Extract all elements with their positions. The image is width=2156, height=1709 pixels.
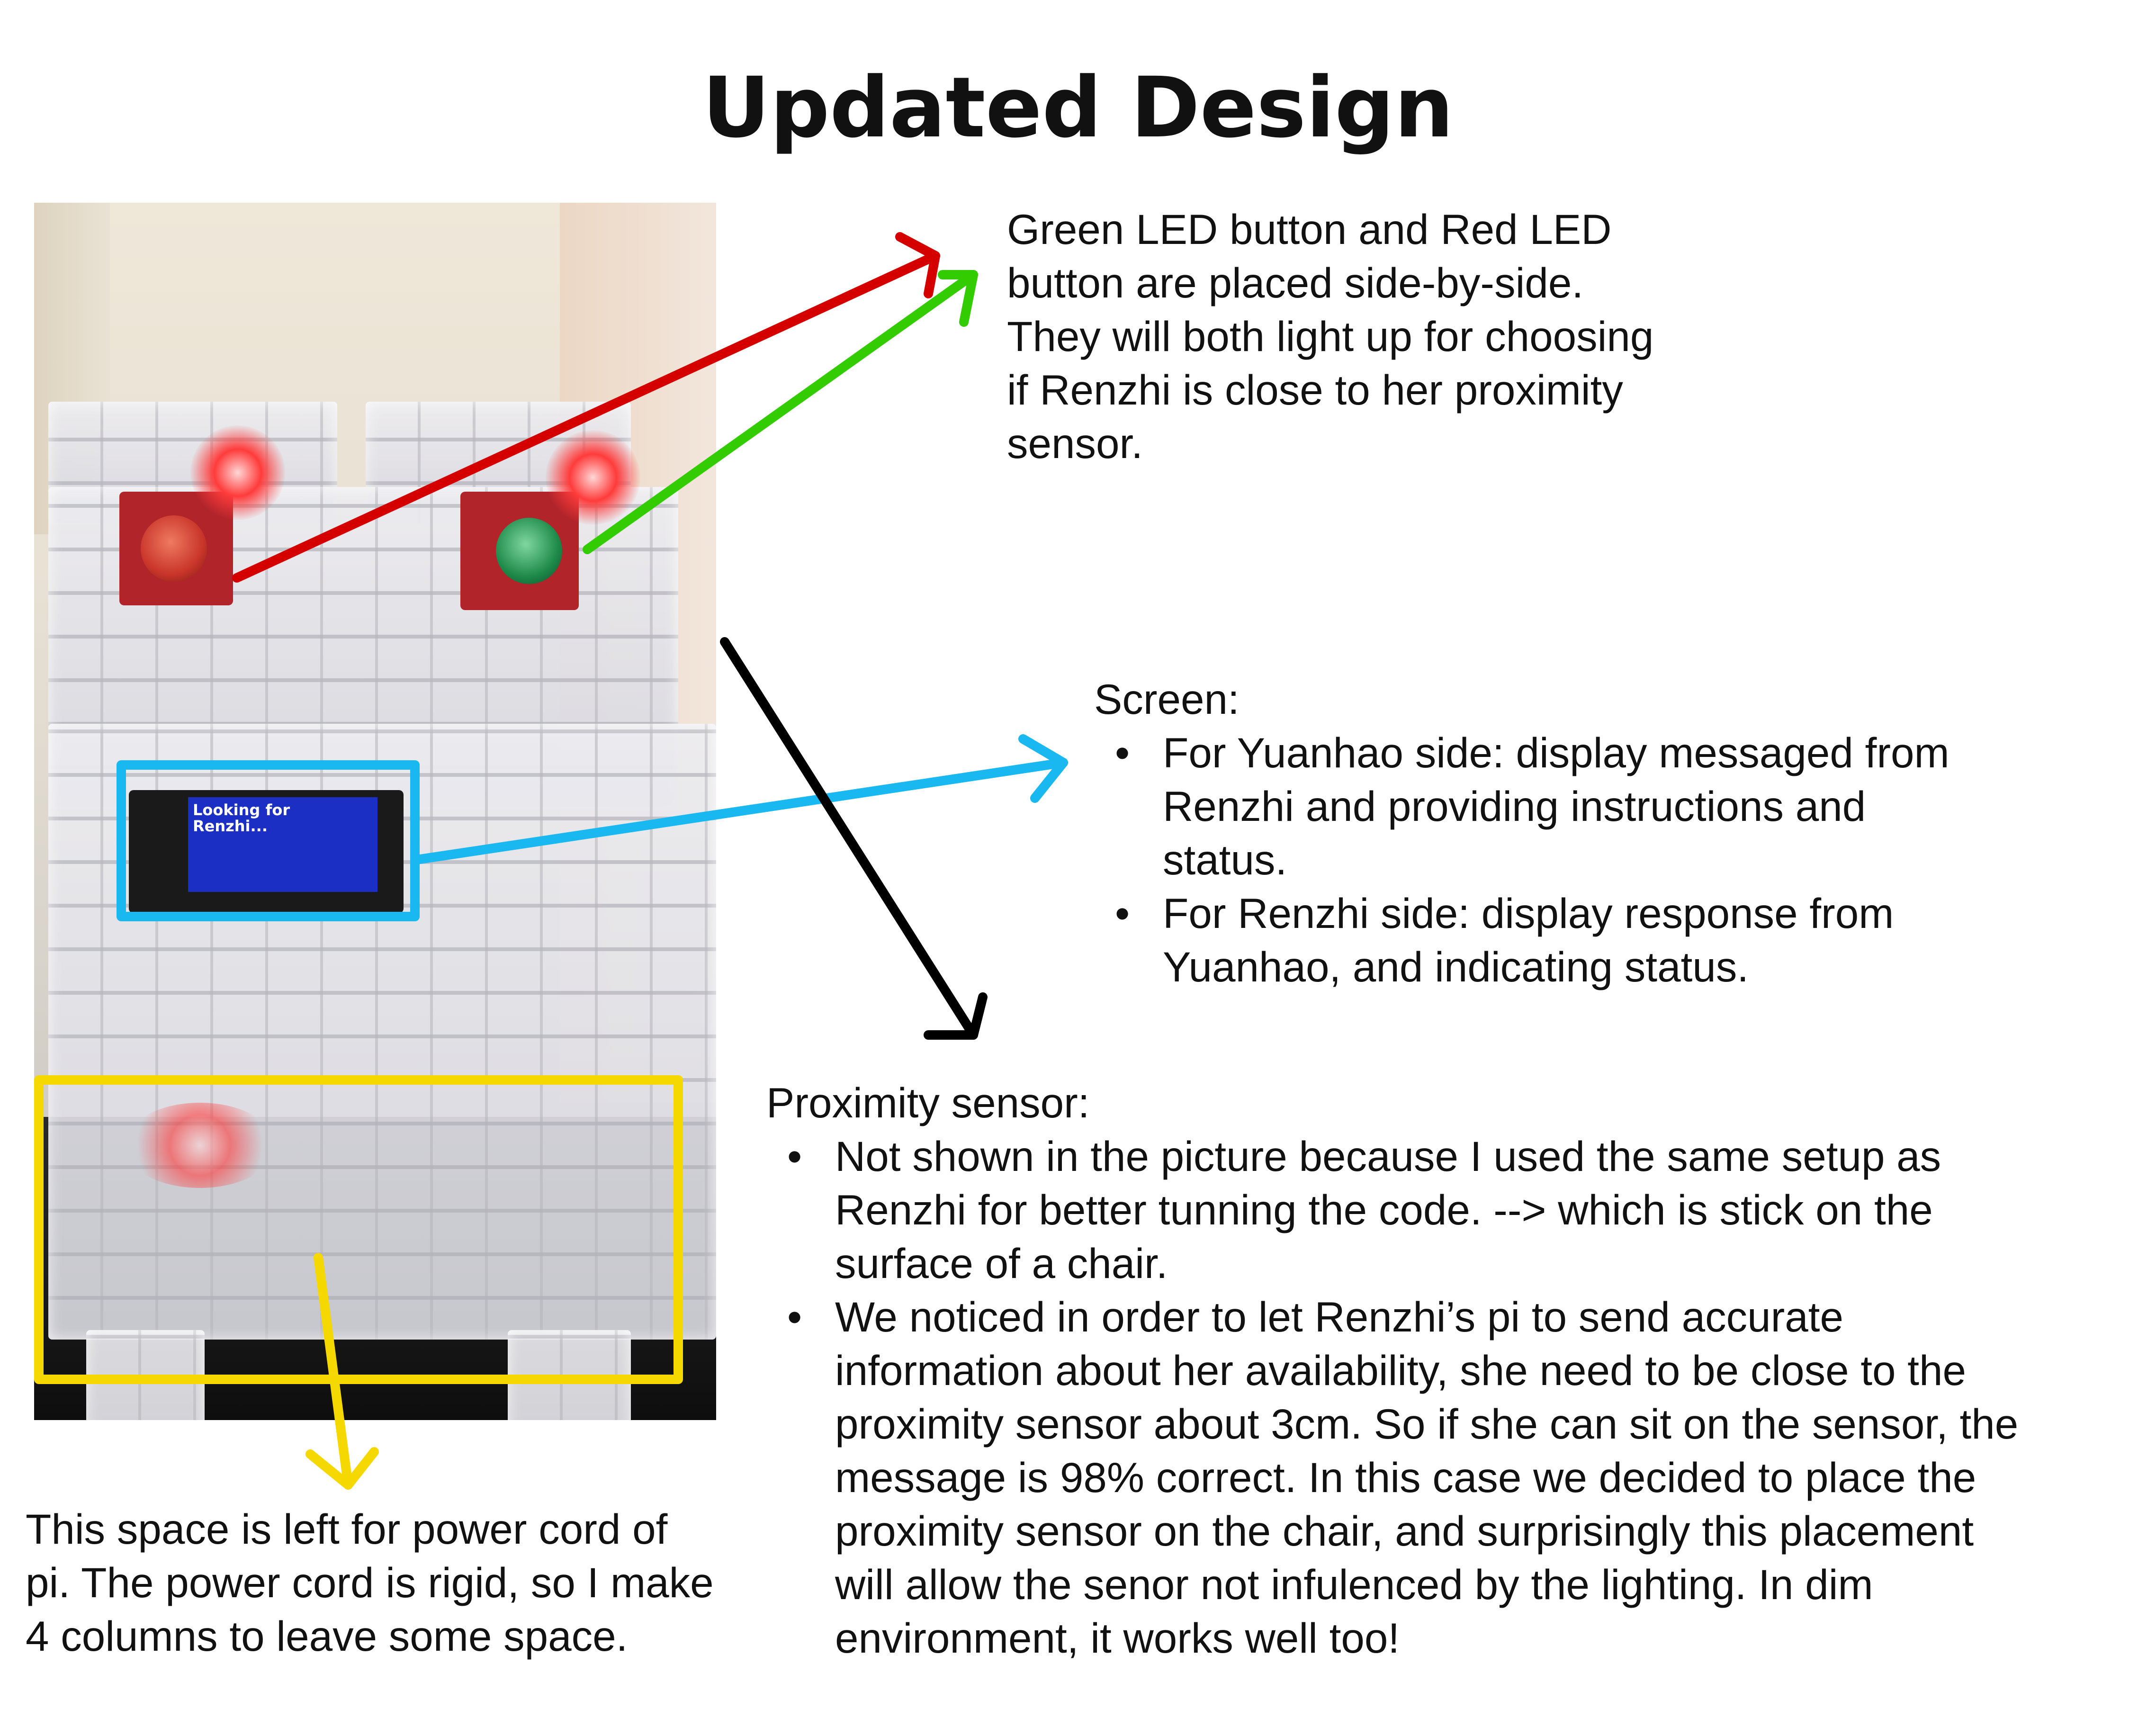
- bullet-line: For Yuanhao side: display messaged from: [1163, 729, 1949, 776]
- prototype-photo: Looking for Renzhi...: [34, 203, 716, 1420]
- black-arrow: [720, 637, 988, 1040]
- red-button-icon: [141, 515, 207, 582]
- list-item: • For Yuanhao side: display messaged fro…: [1094, 726, 1949, 887]
- bullet-line: For Renzhi side: display response from: [1163, 890, 1894, 937]
- screen-heading: Screen:: [1094, 675, 1240, 723]
- red-led-glow-right: [546, 430, 640, 525]
- bullet-line: information about her availability, she …: [835, 1347, 1967, 1394]
- space-line: This space is left for power cord of: [26, 1505, 668, 1553]
- bullet-line: will allow the senor not infulenced by t…: [835, 1561, 1873, 1608]
- space-annotation: This space is left for power cord of pi.…: [26, 1502, 714, 1663]
- bullet-line: message is 98% correct. In this case we …: [835, 1454, 1976, 1501]
- bullet-icon: •: [787, 1133, 802, 1180]
- buttons-line: They will both light up for choosing: [1007, 313, 1654, 360]
- space-line: 4 columns to leave some space.: [26, 1612, 628, 1660]
- bullet-line: proximity sensor on the chair, and surpr…: [835, 1507, 1974, 1555]
- list-item: • Not shown in the picture because I use…: [766, 1130, 2018, 1290]
- bullet-icon: •: [787, 1293, 802, 1340]
- bullet-line: Not shown in the picture because I used …: [835, 1133, 1941, 1180]
- bullet-line: Renzhi and providing instructions and: [1163, 783, 1866, 830]
- proximity-annotation: Proximity sensor: • Not shown in the pic…: [766, 1076, 2018, 1665]
- buttons-line: Green LED button and Red LED: [1007, 206, 1612, 253]
- bullet-line: Yuanhao, and indicating status.: [1163, 943, 1749, 990]
- green-button-icon: [496, 518, 562, 584]
- screen-annotation: Screen: • For Yuanhao side: display mess…: [1094, 673, 1949, 994]
- bullet-line: Renzhi for better tunning the code. --> …: [835, 1186, 1933, 1233]
- bullet-line: status.: [1163, 836, 1287, 883]
- buttons-line: button are placed side-by-side.: [1007, 259, 1584, 306]
- proximity-heading: Proximity sensor:: [766, 1079, 1090, 1126]
- red-glow-lower: [124, 1103, 276, 1188]
- buttons-annotation: Green LED button and Red LED button are …: [1007, 203, 1653, 470]
- bullet-line: We noticed in order to let Renzhi’s pi t…: [835, 1293, 1843, 1340]
- bullet-icon: •: [1115, 890, 1130, 937]
- lego-leg-left: [86, 1330, 205, 1420]
- oled-line-2: Renzhi...: [193, 817, 268, 835]
- lego-leg-right: [508, 1330, 631, 1420]
- buttons-line: sensor.: [1007, 420, 1143, 467]
- buttons-line: if Renzhi is close to her proximity: [1007, 366, 1623, 414]
- screen-bullet-list: • For Yuanhao side: display messaged fro…: [1094, 726, 1949, 994]
- space-line: pi. The power cord is rigid, so I make: [26, 1559, 714, 1606]
- list-item: • We noticed in order to let Renzhi’s pi…: [766, 1290, 2018, 1665]
- bullet-line: proximity sensor about 3cm. So if she ca…: [835, 1400, 2019, 1448]
- oled-line-1: Looking for: [193, 801, 290, 819]
- bullet-line: environment, it works well too!: [835, 1614, 1400, 1662]
- bullet-line: surface of a chair.: [835, 1240, 1168, 1287]
- proximity-bullet-list: • Not shown in the picture because I use…: [766, 1130, 2018, 1665]
- list-item: • For Renzhi side: display response from…: [1094, 887, 1949, 994]
- red-led-glow-left: [190, 425, 285, 520]
- bullet-icon: •: [1115, 729, 1130, 776]
- page-title: Updated Design: [702, 59, 1454, 156]
